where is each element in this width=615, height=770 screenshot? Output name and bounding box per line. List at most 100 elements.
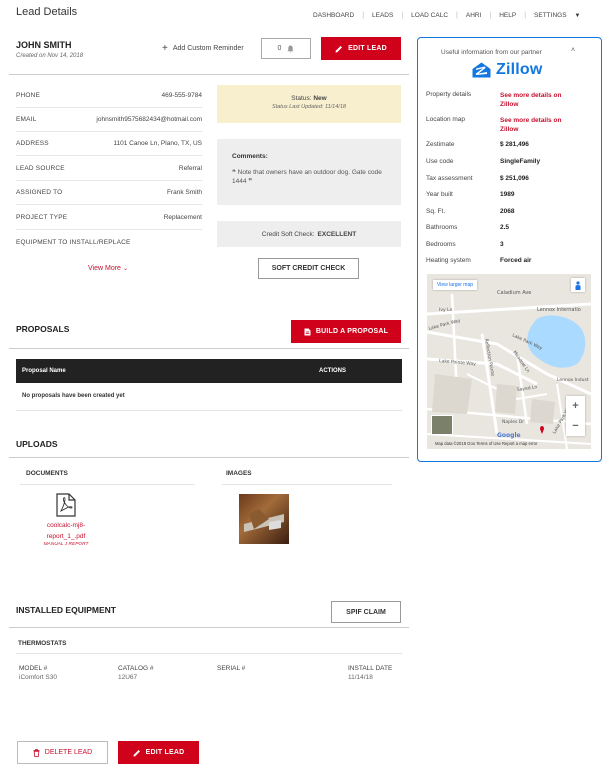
pdf-name-line1: coolcalc-mj8- — [46, 522, 86, 529]
reminder-counter[interactable]: 0 — [261, 38, 311, 59]
add-reminder-link[interactable]: + Add Custom Reminder — [162, 43, 244, 54]
edit-lead-label: EDIT LEAD — [348, 45, 387, 52]
field-row-lead-source: LEAD SOURCE Referral — [16, 157, 202, 181]
col-actions: ACTIONS — [319, 368, 346, 374]
field-row-project-type: PROJECT TYPE Replacement — [16, 206, 202, 230]
street-view-pegman-icon[interactable] — [571, 278, 585, 292]
pencil-icon — [335, 45, 343, 52]
comments-text: Note that owners have an outdoor dog. Ga… — [232, 169, 382, 185]
nav-load-calc[interactable]: LOAD CALC — [411, 12, 448, 19]
view-larger-map-link[interactable]: View larger map — [433, 280, 478, 290]
zillow-row-location: Location map See more details on Zillow — [426, 116, 580, 134]
field-row-phone: PHONE 469-555-9784 — [16, 84, 202, 108]
quote-close-icon: ❞ — [248, 178, 253, 185]
nav-help[interactable]: HELP — [499, 12, 516, 19]
map-street-10: Ivy Ln — [439, 307, 453, 313]
map-street-6: Lennox Indust — [557, 377, 589, 383]
pdf-document-item[interactable]: coolcalc-mj8- report_1_.pdf MANUAL J REP… — [36, 493, 96, 547]
plus-icon: + — [162, 43, 168, 54]
col-install-date: INSTALL DATE — [348, 665, 393, 672]
status-value: New — [313, 95, 327, 102]
delete-lead-label: DELETE LEAD — [44, 749, 93, 756]
pdf-tag: MANUAL J REPORT — [43, 542, 89, 547]
zillow-row-bathrooms: Bathrooms 2.5 — [426, 224, 510, 231]
location-map[interactable]: Caladium Ave Lennox Internatio Lake Park… — [427, 274, 591, 449]
zillow-row-use-code: Use code SingleFamily — [426, 158, 541, 165]
delete-lead-button[interactable]: DELETE LEAD — [17, 741, 108, 764]
map-zoom-controls: + − — [566, 396, 585, 436]
nav-ahri[interactable]: AHRI — [466, 12, 482, 19]
proposals-table-header: Proposal Name ACTIONS — [16, 359, 402, 383]
images-label: IMAGES — [226, 470, 252, 477]
status-box: Status: New Status Last Updated: 11/14/1… — [217, 85, 401, 123]
field-row-email: EMAIL johnsmith9575682434@hotmail.com — [16, 108, 202, 132]
field-row-assigned-to: ASSIGNED TO Frank Smith — [16, 181, 202, 205]
document-icon — [304, 328, 311, 335]
col-proposal-name: Proposal Name — [22, 368, 66, 374]
value-model: iComfort S30 — [19, 674, 57, 681]
reminder-count: 0 — [277, 45, 282, 52]
col-catalog: CATALOG # — [118, 665, 154, 672]
build-proposal-label: BUILD A PROPOSAL — [315, 328, 389, 335]
edit-lead-button-bottom[interactable]: EDIT LEAD — [118, 741, 199, 764]
zillow-details-link[interactable]: See more details on Zillow — [500, 91, 580, 109]
uploaded-image-thumbnail[interactable] — [239, 494, 289, 544]
map-street-1: Caladium Ave — [497, 290, 531, 296]
zillow-row-tax: Tax assessment $ 251,096 — [426, 175, 529, 182]
nav-leads[interactable]: LEADS — [372, 12, 393, 19]
zillow-row-heating: Heating system Forced air — [426, 257, 532, 264]
credit-label: Credit Soft Check: — [261, 230, 315, 238]
value-install-date: 11/14/18 — [348, 674, 373, 681]
map-street-8: Naples Dr — [502, 419, 524, 425]
status-updated: Status Last Updated: 11/14/18 — [272, 104, 346, 110]
lead-name: JOHN SMITH — [16, 40, 72, 50]
comments-title: Comments: — [232, 153, 268, 160]
edit-lead-bottom-label: EDIT LEAD — [145, 749, 185, 756]
uploads-title: UPLOADS — [16, 439, 58, 449]
google-logo: Google — [497, 432, 521, 439]
trash-icon — [33, 748, 40, 757]
pdf-file-icon — [56, 493, 76, 517]
col-model: MODEL # — [19, 665, 48, 672]
credit-box: Credit Soft Check: EXCELLENT — [217, 221, 401, 247]
zillow-map-link[interactable]: See more details on Zillow — [500, 116, 580, 134]
top-nav: DASHBOARD | LEADS | LOAD CALC | AHRI | HELP |… — [313, 12, 581, 19]
zillow-row-zestimate: Zestimate $ 281,496 — [426, 141, 529, 148]
zillow-row-property: Property details See more details on Zill… — [426, 91, 580, 109]
thermostats-label: THERMOSTATS — [18, 640, 67, 647]
add-reminder-label: Add Custom Reminder — [172, 45, 244, 52]
zoom-out-button[interactable]: − — [572, 420, 578, 432]
value-catalog: 12U67 — [118, 674, 138, 681]
map-footer: Map data ©2018 Goo Terms of Use Report a… — [435, 441, 538, 446]
lead-created: Created on Nov 14, 2018 — [16, 53, 84, 59]
zillow-z-icon — [472, 62, 491, 78]
col-serial: SERIAL # — [217, 665, 246, 672]
nav-dashboard[interactable]: DASHBOARD — [313, 12, 354, 19]
bell-icon — [287, 45, 294, 52]
build-proposal-button[interactable]: BUILD A PROPOSAL — [291, 320, 401, 343]
partner-text: Useful information from our partner — [441, 49, 542, 56]
zillow-row-sqft: Sq. Ft. 2068 — [426, 208, 515, 215]
chevron-down-icon: ⌄ — [122, 266, 128, 272]
zoom-in-button[interactable]: + — [572, 400, 578, 412]
view-more-label: View More — [88, 265, 121, 272]
view-more-link[interactable]: View More ⌄ — [88, 265, 128, 272]
spif-claim-button[interactable]: SPIF CLAIM — [331, 601, 401, 623]
zillow-brand: Zillow — [496, 61, 543, 78]
proposals-empty: No proposals have been created yet — [22, 393, 125, 399]
nav-settings[interactable]: SETTINGS — [534, 12, 567, 19]
pencil-icon — [133, 749, 140, 756]
zillow-row-year: Year built 1989 — [426, 191, 515, 198]
image-content — [244, 509, 284, 532]
collapse-icon[interactable]: ˄ — [571, 47, 575, 54]
chevron-down-icon[interactable]: ▼ — [575, 13, 581, 19]
quote-open-icon: ❝ — [232, 169, 236, 176]
pdf-name-line2: report_1_.pdf — [46, 533, 86, 540]
soft-credit-check-button[interactable]: SOFT CREDIT CHECK — [258, 258, 359, 279]
page-title: Lead Details — [16, 6, 78, 18]
field-row-equipment: EQUIPMENT TO INSTALL/REPLACE — [16, 238, 131, 246]
edit-lead-button-top[interactable]: EDIT LEAD — [321, 37, 401, 60]
zillow-row-bedrooms: Bedrooms 3 — [426, 241, 504, 248]
documents-label: DOCUMENTS — [26, 470, 68, 477]
map-thumbnail[interactable] — [431, 415, 453, 435]
